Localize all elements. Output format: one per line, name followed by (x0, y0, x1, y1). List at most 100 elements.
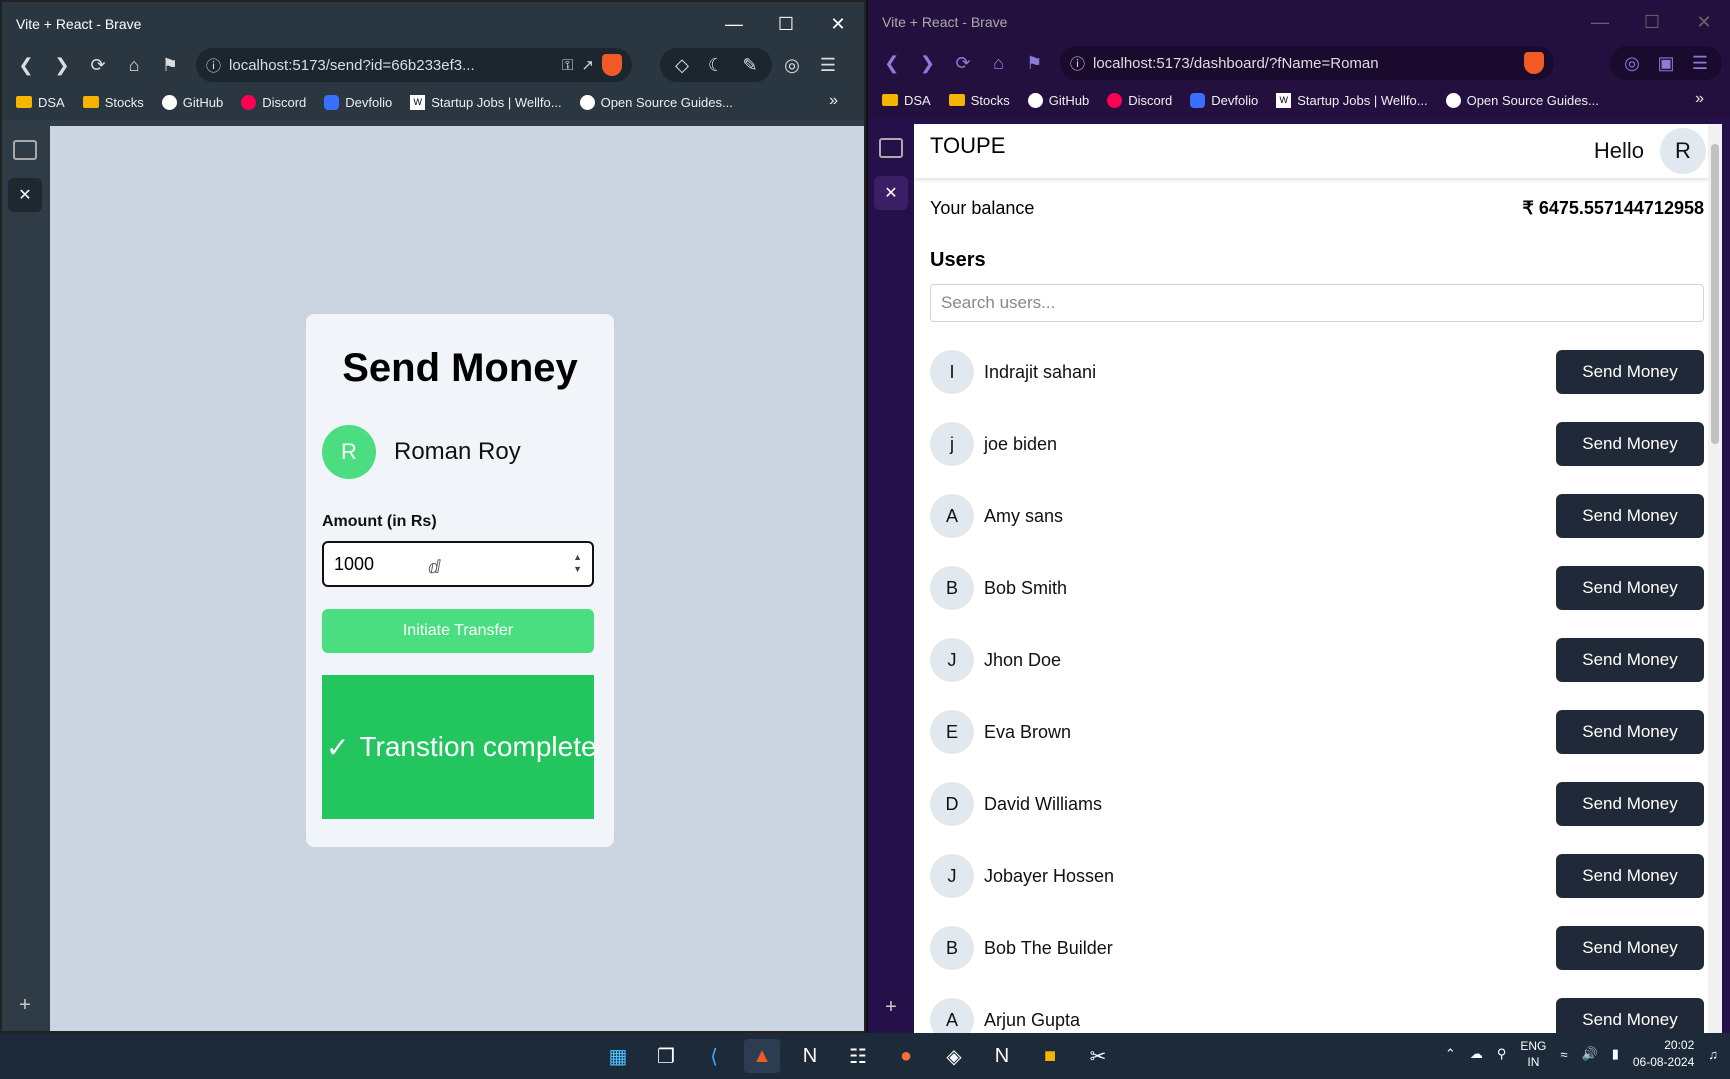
sidebar-panel-icon[interactable] (13, 140, 37, 160)
chevron-up-icon[interactable]: ⌃ (1445, 1046, 1456, 1062)
sidebar-add-icon[interactable]: + (885, 996, 897, 1019)
bookmark-open-source[interactable]: Open Source Guides... (1445, 92, 1599, 108)
success-text: Transtion complete (359, 731, 594, 762)
windows-start-icon[interactable]: ▦ (600, 1039, 636, 1073)
wellfound-icon: W (410, 94, 426, 110)
send-money-button[interactable]: Send Money (1556, 638, 1704, 682)
back-icon[interactable]: ❮ (10, 49, 42, 81)
calendar-icon[interactable]: ☷ (840, 1039, 876, 1073)
sidebar-close-icon[interactable]: ✕ (8, 178, 42, 212)
sidebar-close-icon[interactable]: ✕ (874, 176, 908, 210)
amount-input[interactable]: 1000 ⅆ ▲ ▼ (322, 541, 594, 587)
microphone-icon[interactable]: ⚲ (1497, 1046, 1507, 1062)
bookmark-discord[interactable]: Discord (1107, 92, 1172, 108)
send-money-button[interactable]: Send Money (1556, 422, 1704, 466)
forward-icon[interactable]: ❯ (46, 49, 78, 81)
extensions-puzzle-icon[interactable]: ✎ (734, 49, 766, 81)
send-money-button[interactable]: Send Money (1556, 782, 1704, 826)
private-mask-icon[interactable]: ▣ (1650, 47, 1682, 79)
dark-mode-icon[interactable]: ☾ (700, 49, 732, 81)
brave-taskbar-icon[interactable]: ▲ (744, 1039, 780, 1073)
sidebar-add-icon[interactable]: + (19, 994, 31, 1017)
send-money-button[interactable]: Send Money (1556, 926, 1704, 970)
clock[interactable]: 20:02 06-08-2024 (1633, 1037, 1694, 1071)
send-money-button[interactable]: Send Money (1556, 566, 1704, 610)
extension-drop-icon[interactable]: ◇ (666, 49, 698, 81)
bookmark-github[interactable]: GitHub (1027, 92, 1089, 108)
bookmark-discord[interactable]: Discord (241, 94, 306, 110)
minimize-icon[interactable]: — (1574, 0, 1626, 44)
send-money-button[interactable]: Send Money (1556, 710, 1704, 754)
more-bookmarks-icon[interactable]: » (829, 92, 838, 110)
left-address-bar[interactable]: ⓘ localhost:5173/send?id=66b233ef3... ⚿ … (196, 48, 632, 82)
bookmark-github[interactable]: GitHub (161, 94, 223, 110)
avatar: B (930, 566, 974, 610)
notion-icon[interactable]: N (792, 1039, 828, 1073)
compass-icon[interactable]: ◈ (936, 1039, 972, 1073)
home-icon[interactable]: ⌂ (983, 47, 1015, 79)
user-name: Amy sans (984, 505, 1064, 526)
wallet-icon[interactable]: ◎ (776, 49, 808, 81)
reload-icon[interactable]: ⟳ (947, 47, 979, 79)
avatar[interactable]: R (1660, 128, 1706, 174)
site-info-icon[interactable]: ⓘ (206, 55, 221, 76)
task-view-icon[interactable]: ❐ (648, 1039, 684, 1073)
reload-icon[interactable]: ⟳ (82, 49, 114, 81)
bookmark-icon[interactable]: ⚑ (154, 49, 186, 81)
bookmark-stocks[interactable]: Stocks (82, 95, 144, 110)
balance-row: Your balance ₹ 6475.557144712958 (914, 198, 1722, 219)
number-spinner[interactable]: ▲ ▼ (573, 551, 582, 575)
send-money-button[interactable]: Send Money (1556, 494, 1704, 538)
volume-icon[interactable]: 🔊 (1582, 1046, 1598, 1062)
maximize-icon[interactable]: ☐ (760, 2, 812, 46)
bookmark-open-source[interactable]: Open Source Guides... (579, 94, 733, 110)
minimize-icon[interactable]: — (708, 2, 760, 46)
maximize-icon[interactable]: ☐ (1626, 0, 1678, 44)
wifi-icon[interactable]: ≈ (1560, 1047, 1567, 1062)
battery-icon[interactable]: ▮ (1612, 1046, 1619, 1062)
search-input[interactable]: Search users... (930, 284, 1704, 322)
postman-icon[interactable]: ● (888, 1039, 924, 1073)
scrollbar-thumb[interactable] (1711, 144, 1719, 444)
close-icon[interactable]: ✕ (812, 2, 864, 46)
bookmark-dsa[interactable]: DSA (882, 93, 931, 108)
bookmark-devfolio[interactable]: Devfolio (1190, 92, 1258, 108)
send-money-button[interactable]: Send Money (1556, 854, 1704, 898)
sidebar-panel-icon[interactable] (879, 138, 903, 158)
home-icon[interactable]: ⌂ (118, 49, 150, 81)
bookmark-startup-jobs[interactable]: W Startup Jobs | Wellfo... (1276, 92, 1428, 108)
menu-icon[interactable]: ☰ (1684, 47, 1716, 79)
bookmark-startup-jobs[interactable]: W Startup Jobs | Wellfo... (410, 94, 562, 110)
wallet-icon[interactable]: ◎ (1616, 47, 1648, 79)
brave-shields-icon[interactable] (602, 54, 622, 76)
language-indicator[interactable]: ENG IN (1520, 1038, 1546, 1070)
bookmark-devfolio[interactable]: Devfolio (324, 94, 392, 110)
notification-bell-icon[interactable]: ♫ (1708, 1047, 1718, 1062)
more-bookmarks-icon[interactable]: » (1695, 90, 1704, 108)
left-url-text: localhost:5173/send?id=66b233ef3... (229, 56, 475, 74)
user-greeting: Hello R (1594, 128, 1706, 174)
send-money-button[interactable]: Send Money (1556, 998, 1704, 1033)
scrollbar[interactable] (1708, 124, 1722, 1033)
back-icon[interactable]: ❮ (876, 47, 908, 79)
folder-icon (16, 96, 32, 108)
site-info-icon[interactable]: ⓘ (1070, 53, 1085, 74)
snipping-tool-icon[interactable]: ✂ (1080, 1039, 1116, 1073)
bookmark-stocks[interactable]: Stocks (948, 93, 1010, 108)
brave-shields-icon[interactable] (1523, 52, 1544, 74)
bookmark-icon[interactable]: ⚑ (1018, 47, 1050, 79)
file-explorer-icon[interactable]: ■ (1032, 1039, 1068, 1073)
initiate-transfer-button[interactable]: Initiate Transfer (322, 609, 594, 653)
menu-icon[interactable]: ☰ (812, 49, 844, 81)
vscode-icon[interactable]: ⟨ (696, 1039, 732, 1073)
close-icon[interactable]: ✕ (1678, 0, 1730, 44)
onedrive-icon[interactable]: ☁ (1470, 1046, 1483, 1062)
notion-icon[interactable]: N (984, 1039, 1020, 1073)
right-address-bar[interactable]: ⓘ localhost:5173/dashboard/?fName=Roman (1059, 46, 1554, 80)
bookmark-dsa[interactable]: DSA (16, 95, 65, 110)
right-browser-window: Vite + React - Brave — ☐ ✕ ❮ ❯ ⟳ ⌂ ⚑ ⓘ l… (866, 0, 1730, 1033)
key-icon[interactable]: ⚿ (562, 57, 573, 74)
send-money-button[interactable]: Send Money (1556, 350, 1704, 394)
forward-icon[interactable]: ❯ (912, 47, 944, 79)
share-icon[interactable]: ↗ (581, 56, 594, 74)
